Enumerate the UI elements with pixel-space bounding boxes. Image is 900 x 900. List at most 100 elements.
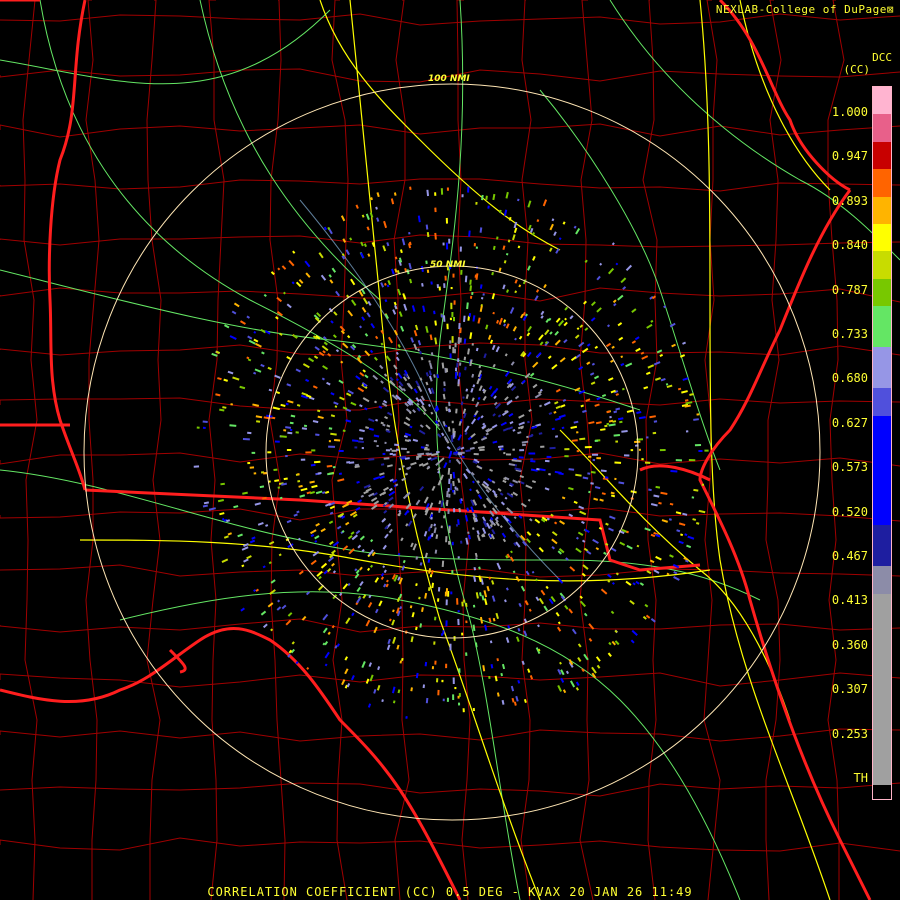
radar-pixel	[576, 431, 579, 434]
radar-pixel	[518, 456, 524, 459]
radar-pixel	[685, 430, 689, 433]
radar-pixel	[434, 660, 437, 665]
scale-tick-label: 0.893	[831, 193, 868, 208]
radar-pixel	[384, 441, 387, 444]
radar-pixel	[346, 461, 351, 464]
radar-pixel	[458, 323, 461, 330]
radar-pixel	[544, 459, 550, 463]
color-band	[873, 114, 891, 142]
radar-pixel	[443, 283, 446, 288]
radar-pixel	[202, 426, 206, 430]
radar-pixel	[448, 493, 451, 498]
scale-tick-label: 0.307	[831, 682, 868, 697]
radar-pixel	[449, 474, 452, 479]
radar-pixel	[456, 362, 459, 368]
radar-pixel	[382, 452, 386, 455]
color-band	[873, 347, 891, 389]
ring-label-100: 100 NMI	[428, 74, 470, 84]
radar-pixel	[465, 652, 468, 656]
scale-tick-label: 0.733	[831, 327, 868, 341]
color-scale-bar	[872, 86, 892, 800]
radar-pixel	[694, 444, 702, 447]
radar-pixel	[434, 616, 437, 621]
radar-pixel	[448, 345, 451, 349]
radar-pixel	[461, 194, 464, 198]
radar-pixel	[443, 515, 446, 519]
radar-pixel	[688, 458, 696, 462]
radar-pixel	[454, 342, 457, 348]
radar-pixel	[452, 428, 455, 434]
radar-pixel	[459, 362, 462, 366]
radar-pixel	[564, 448, 570, 451]
radar-pixel	[430, 281, 433, 285]
radar-pixel	[437, 587, 441, 592]
radar-pixel	[449, 643, 452, 651]
radar-pixel	[457, 695, 460, 699]
radar-pixel	[253, 472, 257, 475]
radar-pixel	[530, 458, 534, 461]
radar-pixel	[449, 317, 452, 321]
radar-pixel	[267, 451, 272, 454]
radar-pixel	[450, 591, 453, 595]
radar-pixel	[196, 426, 200, 429]
color-band	[873, 566, 891, 594]
radar-pixel	[457, 556, 460, 559]
radar-pixel	[300, 458, 306, 461]
radar-pixel	[273, 468, 278, 471]
radar-pixel	[440, 188, 444, 195]
radar-pixel	[445, 242, 449, 250]
credit-text: NEXLAB-College of DuPage⊠	[715, 3, 894, 16]
radar-pixel	[526, 435, 529, 439]
radar-pixel	[400, 447, 407, 451]
color-band	[873, 415, 891, 526]
radar-pixel	[289, 428, 293, 432]
radar-pixel	[461, 601, 464, 607]
radar-pixel	[522, 443, 527, 447]
radar-pixel	[549, 446, 556, 450]
radar-pixel	[453, 300, 456, 305]
radar-pixel	[546, 455, 552, 458]
radar-pixel	[433, 641, 436, 645]
radar-pixel	[420, 446, 425, 449]
radar-pixel	[614, 477, 617, 481]
radar-pixel	[458, 372, 461, 377]
radar-pixel	[463, 599, 466, 603]
radar-pixel	[286, 449, 292, 451]
radar-pixel	[451, 336, 454, 343]
color-band	[873, 593, 891, 786]
radar-pixel	[704, 449, 709, 452]
scale-tick-label: 0.787	[831, 282, 868, 297]
radar-pixel	[305, 451, 312, 454]
radar-pixel	[462, 396, 465, 399]
radar-pixel	[451, 420, 454, 424]
scale-tick-label: 0.627	[831, 415, 868, 430]
radar-pixel	[274, 440, 280, 443]
radar-pixel	[297, 473, 300, 476]
radar-pixel	[437, 689, 440, 696]
radar-pixel	[475, 246, 478, 249]
radar-pixel	[389, 452, 393, 456]
scale-tick-label: 0.253	[831, 726, 868, 741]
radar-pixel	[462, 708, 465, 713]
radar-pixel	[465, 602, 468, 608]
color-band	[873, 169, 891, 197]
radar-pixel	[475, 201, 478, 205]
radar-pixel	[473, 243, 476, 247]
radar-pixel	[447, 487, 450, 492]
radar-pixel	[406, 451, 410, 454]
radar-pixel	[675, 459, 682, 462]
radar-pixel	[338, 450, 344, 452]
radar-pixel	[441, 679, 444, 683]
radar-pixel	[445, 663, 448, 669]
radar-pixel	[473, 453, 479, 456]
radar-pixel	[436, 678, 439, 683]
scale-tick-label: 1.000	[831, 105, 868, 119]
color-band	[873, 87, 891, 115]
color-band	[873, 196, 891, 224]
radar-pixel	[425, 452, 430, 455]
radar-pixel	[442, 698, 445, 702]
radar-pixel	[519, 449, 525, 452]
radar-pixel	[445, 588, 449, 595]
radar-pixel	[452, 490, 455, 493]
radar-pixel	[445, 217, 448, 224]
